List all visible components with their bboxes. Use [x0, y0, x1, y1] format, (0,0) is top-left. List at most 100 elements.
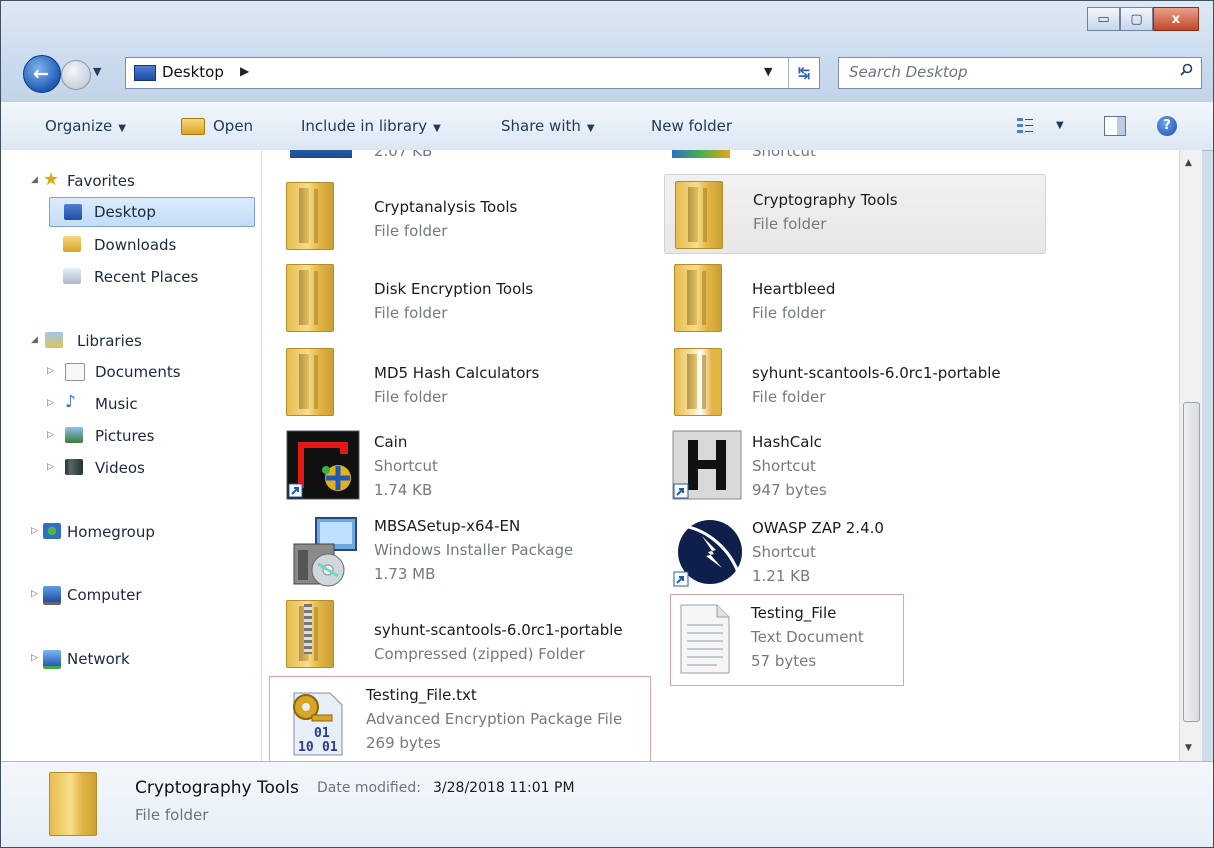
- expand-icon[interactable]: ▷: [47, 398, 54, 408]
- details-date-value: 3/28/2018 11:01 PM: [433, 780, 575, 796]
- forward-button[interactable]: [61, 60, 91, 90]
- nav-computer[interactable]: ▷ Computer: [31, 582, 241, 608]
- file-item[interactable]: syhunt-scantools-6.0rc1-portable Compress…: [270, 598, 650, 678]
- open-button[interactable]: Open: [213, 117, 253, 135]
- file-item[interactable]: Disk Encryption Tools File folder: [270, 262, 650, 342]
- nav-desktop[interactable]: Desktop: [49, 197, 255, 227]
- change-view-icon[interactable]: [1016, 116, 1034, 134]
- file-type: Advanced Encryption Package File: [366, 710, 623, 728]
- nav-videos-label: Videos: [95, 459, 145, 477]
- expand-icon[interactable]: ▷: [31, 526, 38, 536]
- preview-pane-icon[interactable]: [1104, 116, 1126, 136]
- address-bar[interactable]: Desktop ▶ ▼ ↹: [125, 57, 820, 89]
- file-item-partial[interactable]: Shortcut: [664, 150, 1044, 162]
- scroll-up-arrow-icon[interactable]: ▲: [1185, 158, 1192, 168]
- nav-downloads[interactable]: Downloads: [63, 232, 253, 258]
- maximize-icon: ▢: [1130, 11, 1143, 27]
- minimize-button[interactable]: ▭: [1087, 7, 1120, 31]
- shortcut-thumbnail: [290, 150, 352, 158]
- address-location[interactable]: Desktop: [162, 63, 224, 81]
- nav-videos[interactable]: ▷ Videos: [47, 455, 247, 481]
- nav-network[interactable]: ▷ Network: [31, 646, 241, 672]
- details-type: File folder: [135, 806, 209, 824]
- refresh-icon: ↹: [797, 64, 811, 82]
- videos-icon: [65, 459, 83, 475]
- file-item[interactable]: syhunt-scantools-6.0rc1-portable File fol…: [664, 346, 1044, 426]
- search-box[interactable]: Search Desktop: [838, 57, 1202, 89]
- recent-pages-dropdown-icon[interactable]: ▼: [93, 65, 101, 78]
- pictures-icon: [65, 427, 83, 443]
- scrollbar-thumb[interactable]: [1183, 402, 1200, 722]
- maximize-button[interactable]: ▢: [1120, 7, 1153, 31]
- nav-pictures[interactable]: ▷ Pictures: [47, 423, 247, 449]
- expand-icon[interactable]: ▷: [31, 589, 38, 599]
- expand-icon[interactable]: ▷: [47, 430, 54, 440]
- refresh-button[interactable]: ↹: [788, 58, 819, 88]
- collapse-icon[interactable]: ◢: [31, 175, 38, 185]
- nav-libraries[interactable]: ◢ Libraries: [31, 328, 231, 354]
- scroll-down-arrow-icon[interactable]: ▼: [1185, 743, 1192, 753]
- back-button[interactable]: ←: [23, 55, 61, 93]
- chevron-down-icon: ▼: [433, 123, 441, 134]
- navigation-pane: ◢ ★ Favorites Desktop Downloads Recent P…: [1, 150, 262, 761]
- help-icon[interactable]: ?: [1157, 116, 1177, 136]
- nav-favorites-label: Favorites: [67, 172, 135, 190]
- close-button[interactable]: x: [1153, 7, 1199, 31]
- text-document-icon: [680, 604, 730, 674]
- expand-icon[interactable]: ▷: [31, 653, 38, 663]
- file-item[interactable]: Cain Shortcut 1.74 KB: [270, 426, 650, 510]
- file-item[interactable]: HashCalc Shortcut 947 bytes: [664, 426, 1044, 510]
- file-size: 57 bytes: [751, 652, 817, 670]
- vertical-scrollbar[interactable]: ▲ ▼: [1179, 150, 1202, 761]
- organize-menu[interactable]: Organize ▼: [45, 117, 126, 135]
- file-size: 947 bytes: [752, 481, 827, 499]
- nav-network-label: Network: [67, 650, 130, 668]
- new-folder-button[interactable]: New folder: [651, 117, 732, 135]
- nav-recent-places-label: Recent Places: [94, 268, 199, 286]
- encrypted-file-icon: 01 10 01: [293, 692, 343, 756]
- file-item[interactable]: Cryptanalysis Tools File folder: [270, 180, 650, 260]
- address-dropdown-icon[interactable]: ▼: [764, 65, 772, 78]
- nav-documents[interactable]: ▷ Documents: [47, 359, 247, 385]
- details-date-label: Date modified:: [317, 780, 421, 796]
- file-item[interactable]: OWASP ZAP 2.4.0 Shortcut 1.21 KB: [664, 512, 1044, 592]
- file-item-highlighted[interactable]: Testing_File Text Document 57 bytes: [670, 594, 904, 686]
- file-name: Cryptography Tools: [753, 191, 898, 209]
- file-item-selected[interactable]: Cryptography Tools File folder: [664, 174, 1046, 254]
- collapse-icon[interactable]: ◢: [31, 335, 38, 345]
- include-in-library-menu[interactable]: Include in library ▼: [301, 117, 441, 135]
- file-size: 1.73 MB: [374, 565, 436, 583]
- file-name: MD5 Hash Calculators: [374, 364, 540, 382]
- file-type: Windows Installer Package: [374, 541, 574, 559]
- search-input[interactable]: Search Desktop: [849, 63, 968, 81]
- file-size: 1.74 KB: [374, 481, 433, 499]
- nav-recent-places[interactable]: Recent Places: [63, 264, 253, 290]
- nav-favorites[interactable]: ◢ ★ Favorites: [31, 168, 231, 194]
- search-icon[interactable]: [1180, 63, 1193, 76]
- command-bar: Organize ▼ Open Include in library ▼ Share…: [1, 101, 1213, 151]
- file-item[interactable]: MD5 Hash Calculators File folder: [270, 346, 650, 426]
- nav-music[interactable]: ▷ ♪ Music: [47, 391, 247, 417]
- expand-icon[interactable]: ▷: [47, 366, 54, 376]
- file-item-highlighted[interactable]: 01 10 01 Testing_File.txt Advanced Encryp…: [269, 676, 651, 761]
- file-item[interactable]: MBSASetup-x64-EN Windows Installer Packag…: [270, 512, 650, 592]
- file-item-partial[interactable]: 2.07 KB: [270, 150, 650, 162]
- cain-app-icon: [286, 430, 360, 500]
- nav-music-label: Music: [95, 395, 138, 413]
- file-list: 2.07 KB Shortcut Cryptanalysis Tools File…: [262, 150, 1179, 761]
- breadcrumb-chevron-icon[interactable]: ▶: [240, 64, 249, 78]
- homegroup-icon: [43, 523, 61, 539]
- view-options-dropdown-icon[interactable]: ▼: [1056, 120, 1064, 131]
- file-type: File folder: [374, 222, 448, 240]
- svg-text:01: 01: [314, 726, 330, 741]
- expand-icon[interactable]: ▷: [47, 462, 54, 472]
- file-item[interactable]: Heartbleed File folder: [664, 262, 1044, 342]
- music-note-icon: ♪: [65, 392, 76, 412]
- file-name: Cain: [374, 433, 408, 451]
- share-with-menu[interactable]: Share with ▼: [501, 117, 595, 135]
- computer-icon: [43, 586, 61, 605]
- owasp-zap-icon: [673, 520, 742, 587]
- file-type: Shortcut: [752, 543, 816, 561]
- nav-homegroup[interactable]: ▷ Homegroup: [31, 519, 241, 545]
- file-type: File folder: [374, 304, 448, 322]
